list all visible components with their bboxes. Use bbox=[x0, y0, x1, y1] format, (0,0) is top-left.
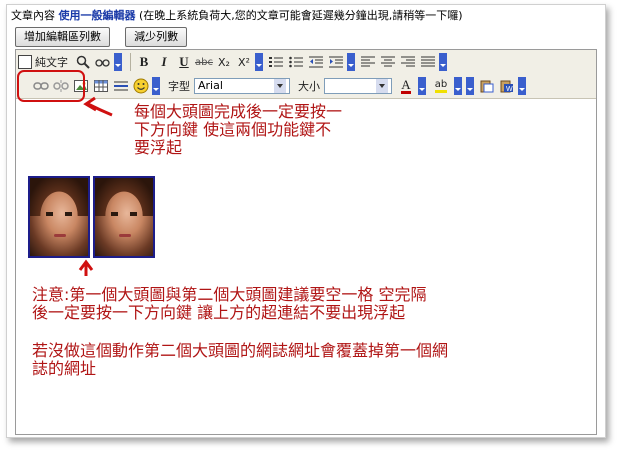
avatar-image-2[interactable] bbox=[93, 176, 155, 258]
font-color-glyph: A bbox=[401, 76, 411, 94]
align-dropdown[interactable] bbox=[439, 53, 447, 71]
find-dropdown[interactable] bbox=[114, 53, 122, 71]
decrease-rows-button[interactable]: 減少列數 bbox=[125, 27, 188, 47]
highlight-dropdown[interactable] bbox=[454, 77, 462, 95]
font-select[interactable]: Arial bbox=[194, 78, 290, 94]
content-header: 文章內容 使用一般編輯器 (在晚上系統負荷大,您的文章可能會延遲幾分鐘出現,請稍… bbox=[11, 7, 463, 23]
eyes bbox=[111, 212, 137, 216]
strikethrough-button[interactable]: abc bbox=[195, 53, 213, 71]
justify-icon[interactable] bbox=[419, 53, 437, 71]
font-select-value: Arial bbox=[198, 79, 223, 92]
svg-text:W: W bbox=[506, 86, 513, 93]
size-select[interactable] bbox=[324, 78, 392, 94]
mouth bbox=[119, 234, 131, 237]
annotation-note-2: 注意:第一個大頭圖與第二個大頭圖建議要空一格 空完隔 後一定要按一下方向鍵 讓上… bbox=[32, 286, 426, 322]
outdent-icon[interactable] bbox=[307, 53, 325, 71]
header-note: (在晚上系統負荷大,您的文章可能會延遲幾分鐘出現,請稍等一下囉) bbox=[139, 9, 463, 22]
screenshot-frame: 文章內容 使用一般編輯器 (在晚上系統負荷大,您的文章可能會延遲幾分鐘出現,請稍… bbox=[6, 4, 606, 438]
extra-dropdown[interactable] bbox=[466, 77, 474, 95]
find-icon[interactable] bbox=[74, 53, 92, 71]
unordered-list-icon[interactable] bbox=[287, 53, 305, 71]
table-icon[interactable] bbox=[92, 77, 110, 95]
subscript-button[interactable]: X₂ bbox=[215, 53, 233, 71]
editor-mode-link[interactable]: 使用一般編輯器 bbox=[59, 9, 136, 22]
indent-icon[interactable] bbox=[327, 53, 345, 71]
italic-button[interactable]: I bbox=[155, 53, 173, 71]
highlight-circle-mark bbox=[17, 70, 85, 102]
avatar-image-1[interactable] bbox=[28, 176, 90, 258]
editor-content-area[interactable]: 每個大頭圖完成後一定要按一 下方向鍵 使這兩個功能鍵不 要浮起 注意:第一個大頭… bbox=[16, 99, 596, 433]
rich-text-editor[interactable]: 純文字 B I U abc X₂ X² 字型 Arial 大小 A ab W 每… bbox=[15, 49, 597, 435]
font-color-icon[interactable]: A bbox=[396, 77, 416, 95]
align-center-icon[interactable] bbox=[379, 53, 397, 71]
annotation-line: 每個大頭圖完成後一定要按一 bbox=[134, 102, 343, 121]
annotation-line: 要浮起 bbox=[134, 138, 183, 157]
paste-word-icon[interactable]: W bbox=[498, 77, 516, 95]
align-right-icon[interactable] bbox=[399, 53, 417, 71]
highlight-glyph: ab bbox=[434, 79, 448, 93]
ordered-list-icon[interactable] bbox=[267, 53, 285, 71]
mouth bbox=[54, 234, 66, 237]
plain-text-label: 純文字 bbox=[35, 56, 68, 69]
annotation-note-1: 每個大頭圖完成後一定要按一 下方向鍵 使這兩個功能鍵不 要浮起 bbox=[134, 103, 342, 157]
content-label: 文章內容 bbox=[11, 9, 55, 22]
toolbar-row-1: 純文字 B I U abc X₂ X² bbox=[18, 51, 451, 73]
highlight-icon[interactable]: ab bbox=[430, 77, 452, 95]
plain-text-button[interactable]: 純文字 bbox=[18, 54, 68, 70]
hair bbox=[95, 178, 153, 216]
hair bbox=[30, 178, 88, 216]
emoji-icon[interactable] bbox=[132, 77, 150, 95]
align-left-icon[interactable] bbox=[359, 53, 377, 71]
paste-dropdown[interactable] bbox=[518, 77, 526, 95]
toolbar-separator bbox=[130, 53, 131, 71]
annotation-line: 注意:第一個大頭圖與第二個大頭圖建議要空一格 空完隔 bbox=[32, 285, 427, 304]
emoji-dropdown[interactable] bbox=[152, 77, 160, 95]
eyes bbox=[46, 212, 72, 216]
increase-rows-button[interactable]: 增加編輯區列數 bbox=[15, 27, 110, 47]
bold-button[interactable]: B bbox=[135, 53, 153, 71]
horizontal-rule-icon[interactable] bbox=[112, 77, 130, 95]
row-buttons: 增加編輯區列數 減少列數 bbox=[15, 25, 197, 47]
editor-toolbar: 純文字 B I U abc X₂ X² 字型 Arial 大小 A ab W bbox=[16, 50, 596, 99]
size-label: 大小 bbox=[298, 80, 320, 93]
font-color-dropdown[interactable] bbox=[418, 77, 426, 95]
font-label: 字型 bbox=[168, 80, 190, 93]
replace-icon[interactable] bbox=[94, 53, 112, 71]
superscript-button[interactable]: X² bbox=[235, 53, 253, 71]
format-dropdown[interactable] bbox=[255, 53, 263, 71]
list-dropdown[interactable] bbox=[347, 53, 355, 71]
toolbar-row-2: 字型 Arial 大小 A ab W bbox=[18, 75, 530, 97]
annotation-line: 下方向鍵 使這兩個功能鍵不 bbox=[134, 120, 332, 139]
annotation-note-3: 若沒做這個動作第二個大頭圖的網誌網址會覆蓋掉第一個網 誌的網址 bbox=[32, 342, 448, 378]
annotation-line: 誌的網址 bbox=[32, 359, 97, 378]
annotation-line: 後一定要按一下方向鍵 讓上方的超連結不要出現浮起 bbox=[32, 303, 406, 322]
checkbox-icon bbox=[18, 55, 32, 69]
paste-icon[interactable] bbox=[478, 77, 496, 95]
annotation-line: 若沒做這個動作第二個大頭圖的網誌網址會覆蓋掉第一個網 bbox=[32, 341, 449, 360]
underline-button[interactable]: U bbox=[175, 53, 193, 71]
chevron-down-icon bbox=[376, 79, 388, 93]
chevron-down-icon bbox=[274, 79, 286, 93]
